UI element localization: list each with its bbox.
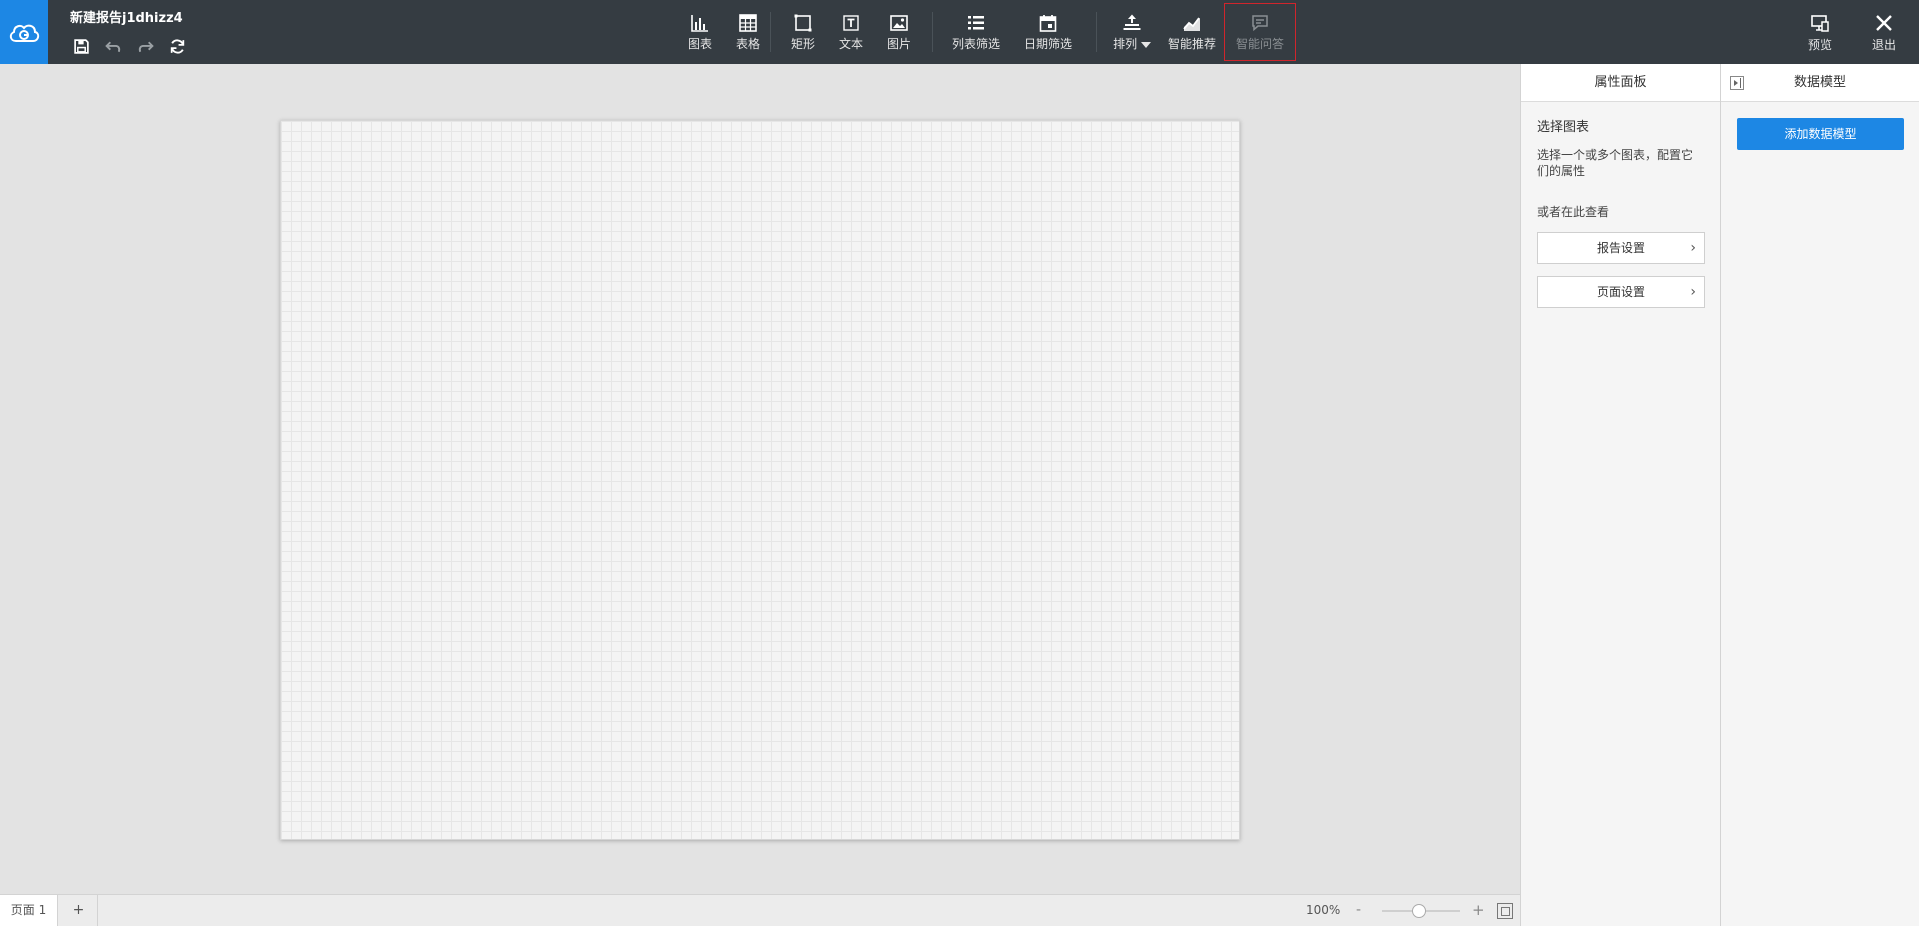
quick-tools	[70, 35, 188, 57]
text-icon	[843, 15, 859, 31]
image-tool-label: 图片	[886, 37, 911, 51]
arrange-button[interactable]: 排列	[1104, 0, 1160, 64]
properties-panel: 属性面板 选择图表 选择一个或多个图表，配置它们的属性 或者在此查看 报告设置 …	[1520, 64, 1720, 926]
text-tool-button[interactable]: 文本	[827, 0, 875, 64]
table-icon	[739, 14, 757, 32]
filter-group: 列表筛选 日期筛选	[944, 0, 1088, 64]
page-tab-1[interactable]: 页面 1	[0, 895, 58, 926]
data-model-title: 数据模型	[1793, 75, 1846, 90]
table-tool-label: 表格	[735, 37, 760, 51]
page-settings-button[interactable]: 页面设置 ›	[1537, 276, 1705, 308]
list-filter-label: 列表筛选	[951, 37, 1000, 51]
bar-chart-icon	[691, 15, 708, 32]
app-logo[interactable]	[0, 0, 48, 64]
report-title[interactable]: 新建报告j1dhizz4	[70, 10, 188, 28]
text-tool-label: 文本	[838, 37, 863, 51]
report-page-canvas[interactable]	[280, 120, 1240, 840]
refresh-icon	[170, 38, 184, 54]
save-icon	[73, 38, 89, 54]
select-chart-title: 选择图表	[1537, 120, 1590, 135]
toolbar-divider	[770, 12, 771, 52]
rect-tool-label: 矩形	[790, 37, 815, 51]
canvas-workspace[interactable]	[0, 64, 1520, 894]
insert-visual-group: 图表 表格	[676, 0, 772, 64]
add-page-button[interactable]: +	[60, 895, 98, 926]
list-filter-button[interactable]: 列表筛选	[944, 0, 1008, 64]
smart-recommend-button[interactable]: 智能推荐	[1160, 0, 1224, 64]
rectangle-icon	[794, 14, 812, 32]
smart-chart-icon	[1183, 17, 1200, 31]
report-settings-button[interactable]: 报告设置 ›	[1537, 232, 1705, 264]
properties-panel-header[interactable]: 属性面板	[1521, 64, 1720, 102]
list-icon	[968, 16, 984, 30]
undo-button[interactable]	[102, 35, 124, 57]
zoom-out-button[interactable]: -	[1356, 895, 1361, 926]
date-filter-label: 日期筛选	[1023, 37, 1072, 51]
chart-tool-button[interactable]: 图表	[676, 0, 724, 64]
redo-icon	[138, 41, 154, 52]
zoom-in-button[interactable]: +	[1472, 895, 1485, 926]
arrange-layers-icon	[1123, 14, 1141, 30]
toolbar-divider	[932, 12, 933, 52]
save-button[interactable]	[70, 35, 92, 57]
smart-qa-button[interactable]: 智能问答	[1224, 3, 1296, 61]
chevron-right-icon: ›	[1690, 240, 1696, 256]
table-tool-button[interactable]: 表格	[724, 0, 772, 64]
insert-element-group: 矩形 文本 图片	[779, 0, 923, 64]
top-toolbar: 新建报告j1dhizz4 图表 表格 矩形 文本 图片 列表筛选 日期筛选 排列…	[0, 0, 1919, 64]
preview-monitor-icon	[1811, 15, 1829, 32]
data-model-panel: 数据模型 添加数据模型	[1720, 64, 1919, 926]
caret-down-icon	[1140, 41, 1151, 48]
chevron-right-icon: ›	[1690, 284, 1696, 300]
properties-panel-body: 选择图表 选择一个或多个图表，配置它们的属性 或者在此查看 报告设置 › 页面设…	[1521, 116, 1720, 308]
page-settings-label: 页面设置	[1596, 285, 1645, 299]
select-chart-description: 选择一个或多个图表，配置它们的属性	[1537, 148, 1694, 178]
calendar-icon	[1039, 15, 1057, 32]
rect-tool-button[interactable]: 矩形	[779, 0, 827, 64]
image-icon	[890, 15, 908, 31]
refresh-button[interactable]	[166, 35, 188, 57]
report-settings-label: 报告设置	[1596, 241, 1645, 255]
close-icon	[1876, 15, 1892, 31]
undo-icon	[104, 41, 120, 52]
chat-bubble-icon	[1252, 15, 1268, 32]
smart-recommend-label: 智能推荐	[1167, 37, 1216, 51]
smart-qa-label: 智能问答	[1235, 37, 1284, 51]
arrange-label: 排列	[1113, 36, 1151, 52]
image-tool-button[interactable]: 图片	[875, 0, 923, 64]
arrange-group: 排列 智能推荐 智能问答	[1104, 0, 1296, 64]
chart-tool-label: 图表	[687, 37, 712, 51]
zoom-slider-thumb[interactable]	[1412, 904, 1426, 918]
redo-button[interactable]	[134, 35, 156, 57]
add-data-model-button[interactable]: 添加数据模型	[1737, 118, 1904, 150]
title-area: 新建报告j1dhizz4	[70, 10, 188, 57]
or-view-here-label: 或者在此查看	[1537, 205, 1610, 219]
collapse-panel-icon[interactable]	[1730, 76, 1744, 90]
preview-button[interactable]: 预览	[1796, 0, 1844, 64]
fit-screen-icon[interactable]	[1497, 903, 1513, 919]
bottom-bar: 页面 1 + 100% - +	[0, 894, 1520, 926]
date-filter-button[interactable]: 日期筛选	[1008, 0, 1088, 64]
preview-label: 预览	[1807, 38, 1832, 52]
data-model-panel-header: 数据模型	[1721, 64, 1919, 102]
zoom-percentage: 100%	[1306, 903, 1341, 917]
toolbar-divider	[1096, 12, 1097, 52]
exit-button[interactable]: 退出	[1860, 0, 1908, 64]
exit-label: 退出	[1871, 38, 1896, 52]
cloud-logo-icon	[9, 24, 40, 42]
